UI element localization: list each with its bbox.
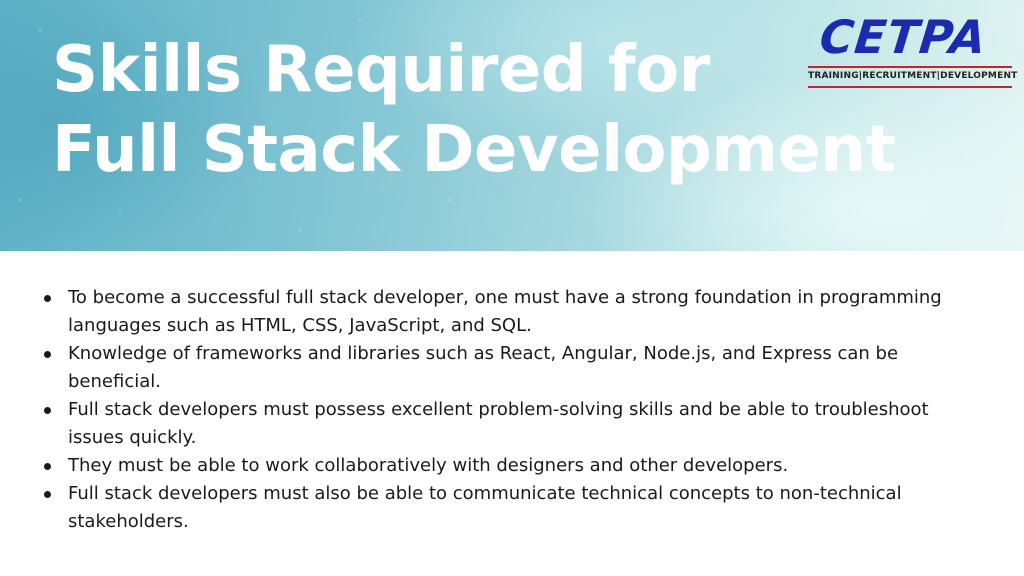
bullet-item: Knowledge of frameworks and libraries su… xyxy=(44,340,984,396)
bullet-list: To become a successful full stack develo… xyxy=(44,284,984,536)
bullet-icon xyxy=(44,463,51,470)
slide-title: Skills Required for Full Stack Developme… xyxy=(52,30,896,190)
slide-title-line-1: Skills Required for xyxy=(52,33,710,107)
bullet-text: To become a successful full stack develo… xyxy=(68,287,942,336)
logo-wordmark: CETPA xyxy=(817,10,990,64)
bullet-text: Full stack developers must possess excel… xyxy=(68,399,929,448)
bullet-text: Full stack developers must also be able … xyxy=(68,483,902,532)
slide: Skills Required for Full Stack Developme… xyxy=(0,0,1024,576)
bullet-icon xyxy=(44,491,51,498)
bullet-text: Knowledge of frameworks and libraries su… xyxy=(68,343,899,392)
bullet-icon xyxy=(44,407,51,414)
logo-tagline: TRAINING|RECRUITMENT|DEVELOPMENT xyxy=(808,68,1017,88)
cetpa-logo: CETPA TRAINING|RECRUITMENT|DEVELOPMENT xyxy=(808,8,1017,88)
title-banner: Skills Required for Full Stack Developme… xyxy=(0,0,1024,251)
bullet-item: They must be able to work collaborativel… xyxy=(44,452,984,480)
bullet-icon xyxy=(44,295,51,302)
bullet-item: Full stack developers must also be able … xyxy=(44,480,984,536)
slide-title-line-2: Full Stack Development xyxy=(52,113,896,187)
bullet-icon xyxy=(44,351,51,358)
bullet-text: They must be able to work collaborativel… xyxy=(68,455,789,476)
bullet-item: To become a successful full stack develo… xyxy=(44,284,984,340)
bullet-item: Full stack developers must possess excel… xyxy=(44,396,984,452)
slide-body: To become a successful full stack develo… xyxy=(44,284,984,536)
